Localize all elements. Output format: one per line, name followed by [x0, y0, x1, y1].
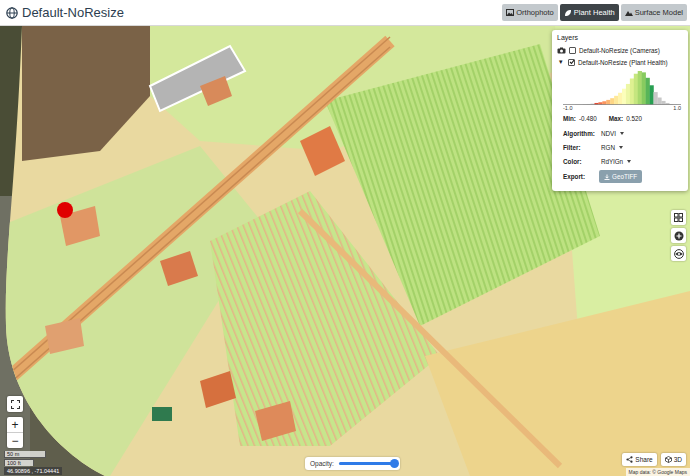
- histogram-bar: [650, 85, 654, 105]
- histogram-bar: [622, 89, 626, 105]
- layer-row: ▾ Default-NoResize (Plant Health): [557, 57, 683, 67]
- field-dropdown[interactable]: RdYlGn: [599, 157, 633, 166]
- terrain-icon: [625, 9, 633, 16]
- layer-checkbox[interactable]: [569, 47, 576, 54]
- layers-grid-icon: [674, 213, 683, 222]
- scale-metric: 50 m: [4, 451, 46, 458]
- add-icon: [674, 231, 684, 241]
- histogram-bar: [634, 74, 638, 105]
- download-icon: [604, 174, 610, 180]
- layer-label: Default-NoResize (Cameras): [579, 47, 660, 54]
- camera-icon: [557, 47, 566, 54]
- map-marker-icon[interactable]: [57, 202, 73, 218]
- axis-max: 1.0: [673, 105, 681, 111]
- histogram-bar: [618, 93, 622, 105]
- slider-thumb[interactable]: [390, 459, 399, 468]
- cube-button[interactable]: 3D: [661, 453, 686, 466]
- zoom-out-button[interactable]: −: [7, 432, 23, 448]
- layer-details: -1.0 1.0 Min:-0.480 Max:0.520 Algorithm:NDVI…: [557, 69, 683, 183]
- caret-icon: [620, 132, 624, 135]
- geotiff-button[interactable]: GeoTIFF: [599, 170, 642, 183]
- map-tool-button[interactable]: [671, 210, 686, 225]
- field-dropdown[interactable]: NDVI: [599, 129, 626, 138]
- check-icon: [569, 59, 575, 65]
- min-value[interactable]: Min:-0.480: [563, 115, 597, 122]
- leaf-icon: [564, 9, 572, 17]
- view-tab[interactable]: Plant Health: [560, 4, 619, 21]
- map-view[interactable]: Layers Default-NoResize (Cameras) ▾ Default…: [0, 26, 690, 476]
- layer-checkbox[interactable]: [568, 59, 575, 66]
- eye-icon: [674, 249, 684, 259]
- scale-bar: 50 m100 ft: [4, 451, 46, 466]
- histogram-bar: [638, 71, 642, 105]
- map-buttons: Share 3D: [622, 453, 686, 466]
- histogram-bar: [630, 78, 634, 105]
- field-row: Filter:RGN: [563, 142, 683, 153]
- opacity-fill: [339, 462, 395, 465]
- globe-icon: [6, 7, 18, 19]
- caret-icon: [619, 146, 623, 149]
- export-row: Export:GeoTIFF: [563, 170, 683, 183]
- zoom-control: +−: [7, 417, 23, 448]
- fullscreen-icon: [11, 400, 20, 409]
- caret-icon: [627, 160, 631, 163]
- map-controls: +−: [7, 396, 23, 448]
- histogram-bar: [614, 96, 618, 105]
- map-tool-button[interactable]: [671, 246, 686, 261]
- page-title: Default-NoResize: [22, 5, 498, 20]
- opacity-slider[interactable]: [339, 462, 395, 465]
- opacity-control: Opacity:: [305, 457, 400, 470]
- scale-imperial: 100 ft: [4, 459, 34, 466]
- histogram-axis: -1.0 1.0: [563, 105, 681, 111]
- layers-panel: Layers Default-NoResize (Cameras) ▾ Default…: [552, 30, 688, 191]
- opacity-label: Opacity:: [310, 460, 334, 467]
- fullscreen-button[interactable]: [7, 396, 23, 412]
- histogram-bar: [642, 72, 646, 105]
- field-dropdown[interactable]: RGN: [599, 143, 625, 152]
- histogram-bar: [653, 92, 657, 105]
- histogram-bar: [610, 98, 614, 105]
- histogram-bar: [646, 78, 650, 105]
- field-label: Color:: [563, 158, 599, 165]
- field-row: Color:RdYlGn: [563, 156, 683, 167]
- panel-title: Layers: [557, 34, 683, 41]
- top-navbar: Default-NoResize OrthophotoPlant HealthSu…: [0, 0, 690, 26]
- histogram-bar: [626, 84, 630, 105]
- share-button[interactable]: Share: [622, 453, 656, 466]
- field-row: Algorithm:NDVI: [563, 128, 683, 139]
- view-tab[interactable]: Orthophoto: [502, 4, 558, 21]
- field-label: Filter:: [563, 144, 599, 151]
- cube-icon: [665, 456, 672, 463]
- view-tab[interactable]: Surface Model: [621, 4, 687, 21]
- image-icon: [506, 9, 514, 16]
- max-value[interactable]: Max:0.520: [609, 115, 642, 122]
- export-label: Export:: [563, 173, 599, 180]
- view-tabs: OrthophotoPlant HealthSurface Model: [502, 4, 687, 21]
- mouse-coordinates: 46.90896 , -71.04441: [4, 467, 62, 475]
- layer-label: Default-NoResize (Plant Health): [578, 59, 668, 66]
- map-tool-button[interactable]: [671, 228, 686, 243]
- share-icon: [626, 456, 633, 463]
- axis-min: -1.0: [563, 105, 572, 111]
- histogram-bar: [657, 98, 661, 105]
- map-attribution: Map data: © Google Maps: [626, 468, 690, 476]
- min-max: Min:-0.480 Max:0.520: [563, 115, 683, 122]
- field-label: Algorithm:: [563, 130, 599, 137]
- histogram: [563, 69, 681, 105]
- map-tools: [671, 210, 686, 261]
- zoom-in-button[interactable]: +: [7, 417, 23, 432]
- expand-toggle[interactable]: ▾: [557, 58, 565, 66]
- layer-row: Default-NoResize (Cameras): [557, 45, 683, 55]
